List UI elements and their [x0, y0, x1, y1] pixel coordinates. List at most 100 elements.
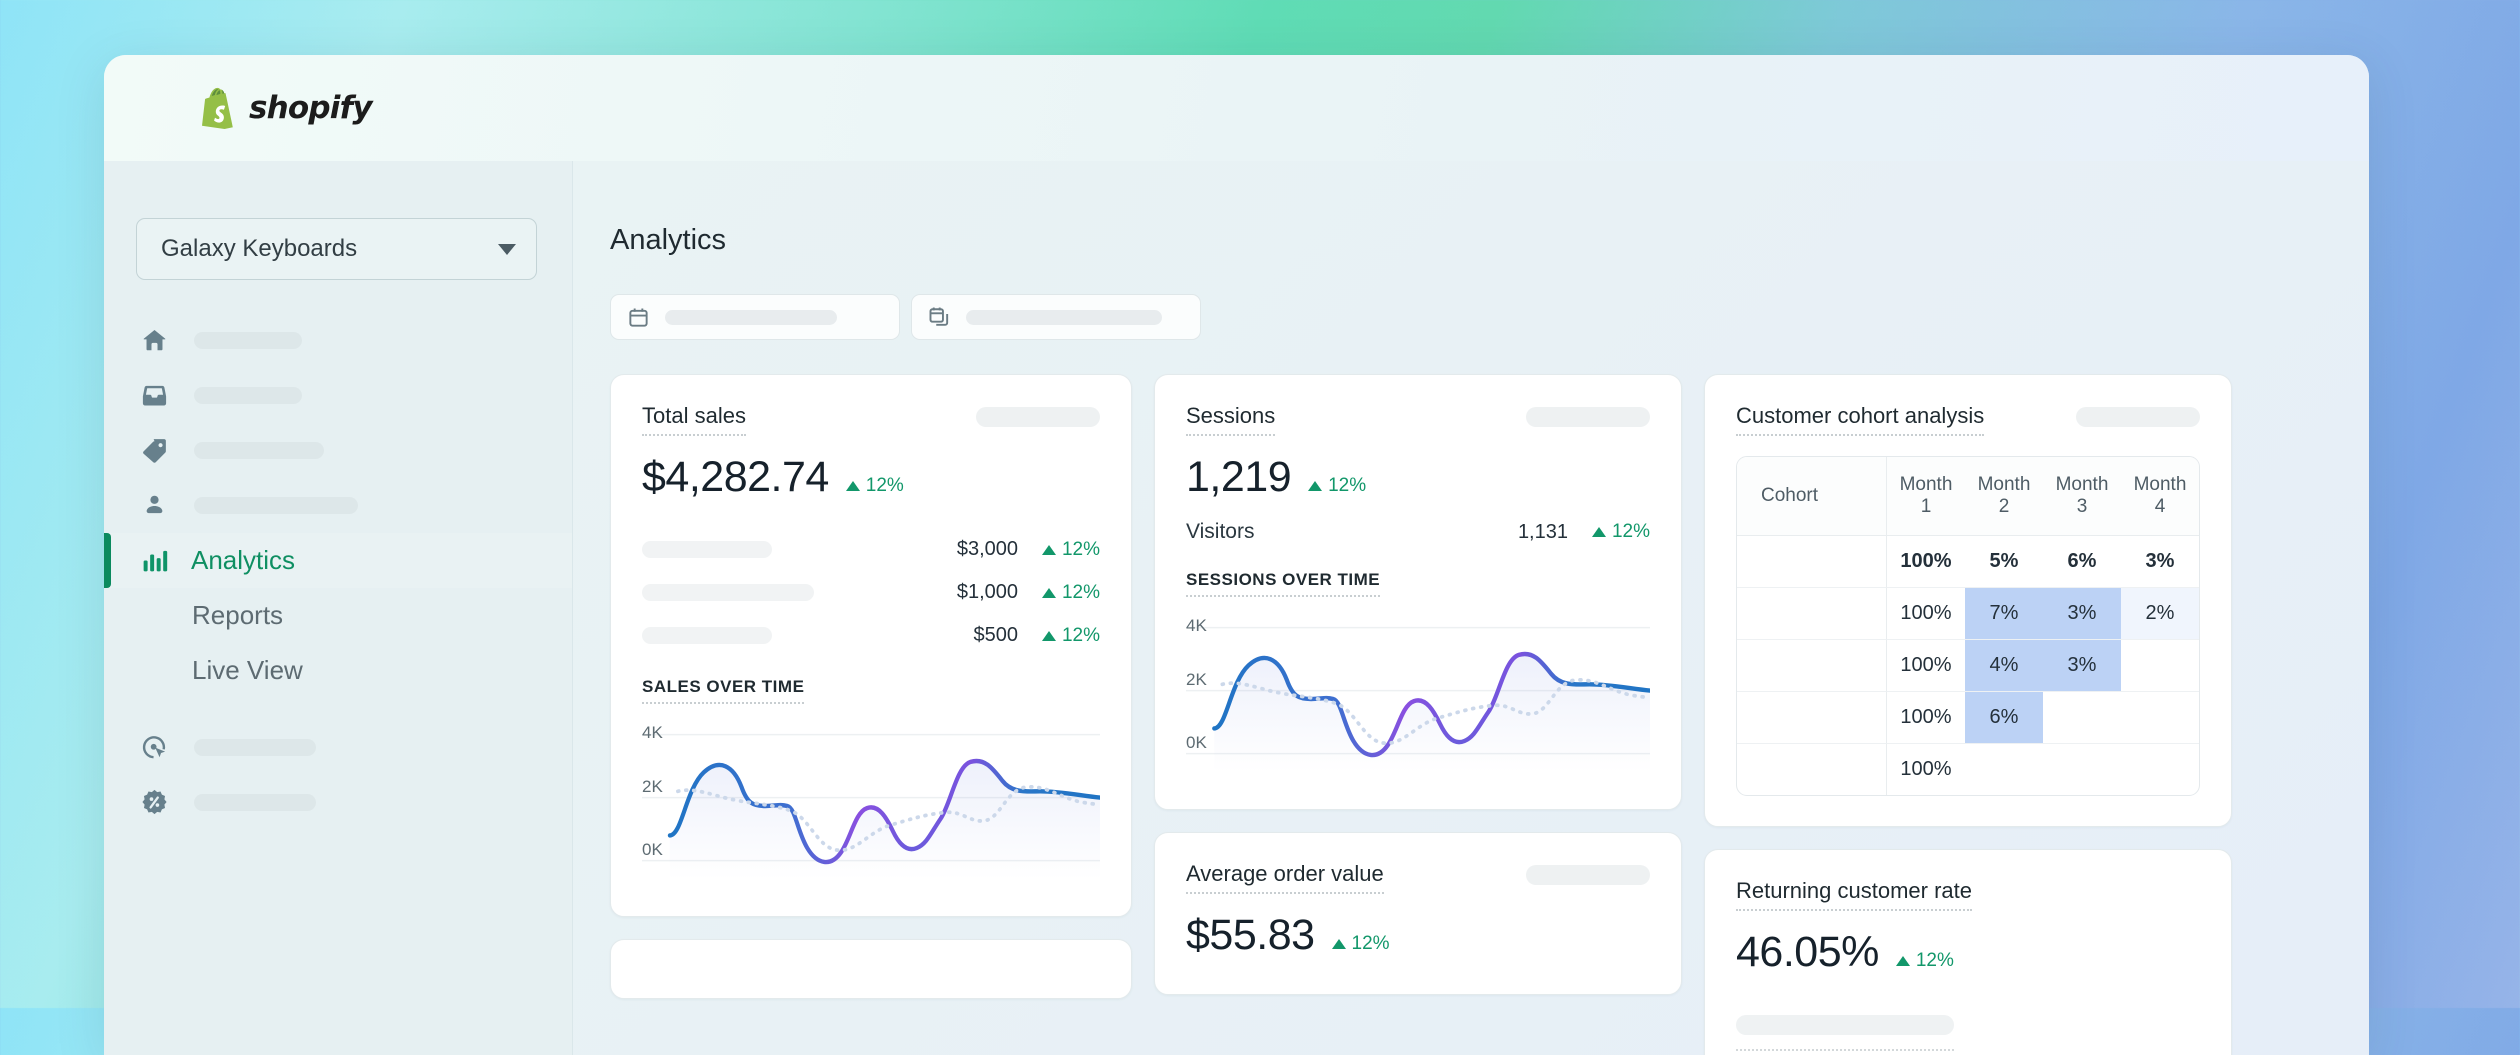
- row-label-skeleton: [642, 541, 772, 558]
- visitors-row: Visitors 1,131 12%: [1186, 520, 1650, 544]
- card-head-skeleton: [1526, 865, 1650, 885]
- cohort-cell: 3%: [2043, 640, 2121, 692]
- card-title: Sessions: [1186, 403, 1275, 436]
- breakdown-row: $3,000 12%: [642, 528, 1100, 571]
- sidebar-item-customers[interactable]: [104, 478, 572, 533]
- sidebar-item-skeleton: [194, 497, 358, 514]
- compare-calendar-icon: [928, 306, 951, 329]
- table-row: 100% 6%: [1737, 692, 2199, 744]
- shopify-logo[interactable]: shopify: [198, 87, 372, 129]
- row-value: $500: [974, 624, 1019, 647]
- sidebar-item-analytics[interactable]: Analytics: [104, 533, 572, 588]
- shopify-bag-icon: [198, 87, 236, 129]
- card-head-skeleton: [976, 407, 1100, 427]
- col-month-4: Month 4: [2121, 457, 2199, 536]
- dashboard-grid: Total sales $4,282.74 12%: [610, 374, 2369, 1055]
- cohort-cell: [2043, 744, 2121, 795]
- column-middle: Sessions 1,219 12% Visitors: [1154, 374, 1682, 1055]
- col-month-2: Month 2: [1965, 457, 2043, 536]
- filter-bar: [610, 294, 2369, 340]
- sessions-card: Sessions 1,219 12% Visitors: [1154, 374, 1682, 810]
- sidebar-nav: Analytics Reports Live View: [104, 313, 572, 830]
- card-title: Customer cohort analysis: [1736, 403, 1984, 436]
- trend-up-icon: [1042, 545, 1056, 555]
- sidebar: Galaxy Keyboards: [104, 161, 573, 1055]
- cohort-cell: 3%: [2121, 536, 2199, 588]
- sessions-delta: 12%: [1308, 475, 1366, 497]
- cohort-cell: 7%: [1965, 588, 2043, 640]
- card-title: Returning customer rate: [1736, 878, 1972, 911]
- inbox-icon: [136, 381, 172, 410]
- sidebar-subitem-label: Live View: [192, 655, 303, 686]
- total-sales-delta: 12%: [846, 475, 904, 497]
- table-row: 100% 4% 3%: [1737, 640, 2199, 692]
- cohort-cell: [2043, 692, 2121, 744]
- cohort-cell: 3%: [2043, 588, 2121, 640]
- customer-cohort-card: Customer cohort analysis Cohort Month 1 …: [1704, 374, 2232, 827]
- cohort-cell: 100%: [1887, 744, 1965, 795]
- cohort-cell: [1965, 744, 2043, 795]
- sidebar-item-live-view[interactable]: Live View: [104, 643, 572, 698]
- cohort-cell: 100%: [1887, 588, 1965, 640]
- sidebar-item-home[interactable]: [104, 313, 572, 368]
- sidebar-item-marketing[interactable]: [104, 720, 572, 775]
- total-sales-card: Total sales $4,282.74 12%: [610, 374, 1132, 917]
- row-label-skeleton: [642, 584, 814, 601]
- line-chart: [642, 722, 1100, 890]
- line-chart: [1186, 615, 1650, 783]
- total-sales-breakdown: $3,000 12% $1,000: [642, 528, 1100, 657]
- sidebar-item-skeleton: [194, 387, 302, 404]
- sidebar-item-products[interactable]: [104, 423, 572, 478]
- card-head-skeleton: [1526, 407, 1650, 427]
- bar-chart-icon: [136, 546, 172, 575]
- card-head-skeleton: [2076, 407, 2200, 427]
- cohort-cell: [2121, 640, 2199, 692]
- cohort-cell: 6%: [2043, 536, 2121, 588]
- sessions-over-time-heading: SESSIONS OVER TIME: [1186, 570, 1380, 597]
- cohort-label: [1737, 744, 1887, 795]
- average-order-value-card: Average order value $55.83 12%: [1154, 832, 1682, 995]
- sidebar-item-skeleton: [194, 794, 316, 811]
- store-selector[interactable]: Galaxy Keyboards: [136, 218, 537, 280]
- row-value: $1,000: [957, 581, 1018, 604]
- visitors-label: Visitors: [1186, 520, 1254, 544]
- table-row: 100% 5% 6% 3%: [1737, 536, 2199, 588]
- total-sales-value: $4,282.74: [642, 453, 829, 502]
- breakdown-row: $1,000 12%: [642, 571, 1100, 614]
- chevron-down-icon: [498, 244, 516, 255]
- cohort-cell: 6%: [1965, 692, 2043, 744]
- cohort-label: [1737, 640, 1887, 692]
- table-row: 100% 7% 3% 2%: [1737, 588, 2199, 640]
- sidebar-item-orders[interactable]: [104, 368, 572, 423]
- col-cohort: Cohort: [1737, 457, 1887, 536]
- cohort-cell: 5%: [1965, 536, 2043, 588]
- cohort-table: Cohort Month 1 Month 2 Month 3 Month 4: [1736, 456, 2200, 796]
- returning-rate-skeleton: [1736, 1015, 1954, 1035]
- sidebar-item-label: Analytics: [191, 545, 295, 576]
- filter-skeleton: [665, 310, 837, 325]
- returning-rate-divider: [1736, 1049, 1954, 1051]
- col-month-3: Month 3: [2043, 457, 2121, 536]
- average-order-value: $55.83: [1186, 911, 1315, 960]
- trend-up-icon: [1042, 631, 1056, 641]
- cohort-cell: [2121, 744, 2199, 795]
- sidebar-subitem-label: Reports: [192, 600, 283, 631]
- row-delta: 12%: [1018, 625, 1100, 647]
- sidebar-item-discounts[interactable]: [104, 775, 572, 830]
- secondary-card-left: [610, 939, 1132, 999]
- table-header-row: Cohort Month 1 Month 2 Month 3 Month 4: [1737, 457, 2199, 536]
- main-content: Analytics: [573, 161, 2369, 1055]
- app-window: shopify AG Galaxy Keyboards: [104, 55, 2369, 1055]
- compare-filter[interactable]: [911, 294, 1201, 340]
- date-range-filter[interactable]: [610, 294, 900, 340]
- returning-customer-rate-card: Returning customer rate 46.05% 12%: [1704, 849, 2232, 1055]
- trend-up-icon: [1332, 939, 1346, 949]
- cohort-label: [1737, 536, 1887, 588]
- sidebar-item-reports[interactable]: Reports: [104, 588, 572, 643]
- cohort-cell: [2121, 692, 2199, 744]
- column-left: Total sales $4,282.74 12%: [610, 374, 1132, 1055]
- cohort-cell: 100%: [1887, 692, 1965, 744]
- top-bar: shopify AG: [104, 55, 2369, 161]
- cohort-cell: 100%: [1887, 640, 1965, 692]
- calendar-icon: [627, 306, 650, 329]
